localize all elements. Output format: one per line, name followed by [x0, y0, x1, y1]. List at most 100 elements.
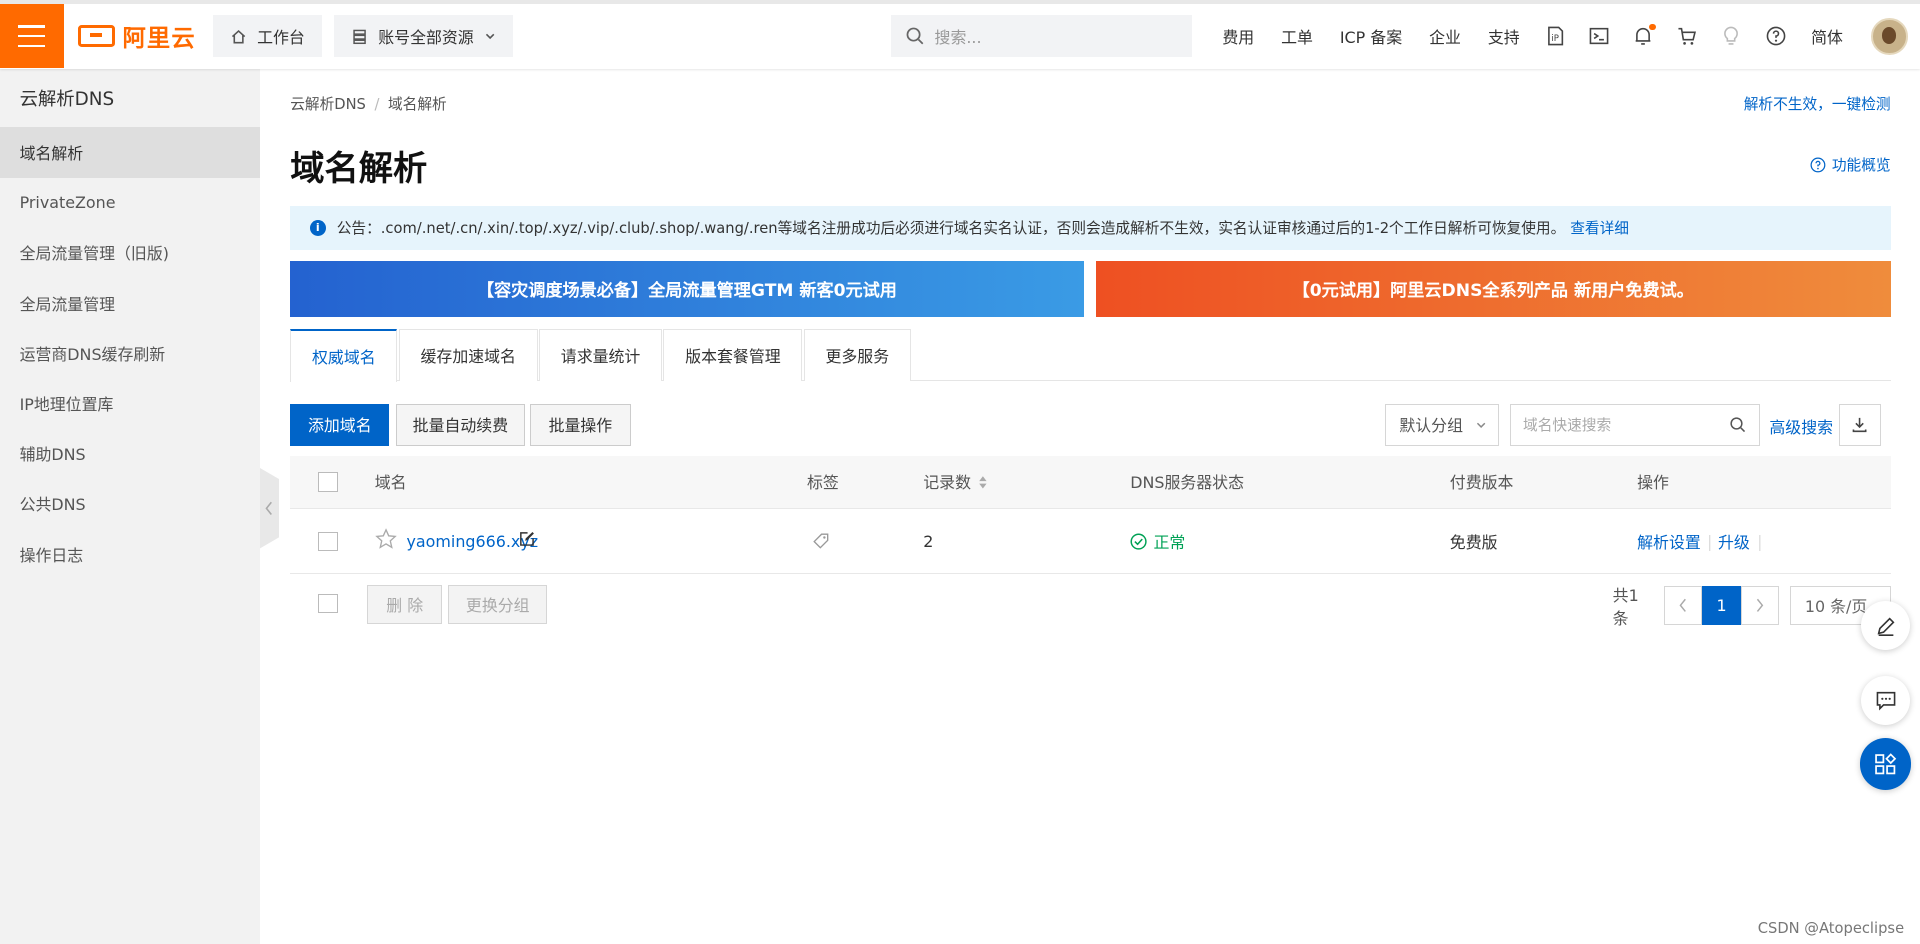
user-avatar[interactable]: [1871, 17, 1908, 55]
tab-cache-domains[interactable]: 缓存加速域名: [398, 329, 538, 381]
toplink-icp[interactable]: ICP 备案: [1340, 25, 1402, 48]
toplink-enterprise[interactable]: 企业: [1429, 25, 1461, 48]
page-title: 域名解析: [290, 148, 428, 189]
chevron-down-icon: [1477, 422, 1486, 428]
help-icon[interactable]: [1757, 18, 1794, 55]
domain-toolbar: 添加域名 批量自动续费 批量操作 默认分组 域名快速搜索 高级搜索: [290, 404, 1890, 446]
watermark: CSDN @Atopeclipse: [1757, 919, 1905, 937]
notice-detail-link[interactable]: 查看详细: [1570, 217, 1629, 238]
delete-button[interactable]: 删 除: [367, 585, 443, 625]
home-icon: [230, 28, 247, 45]
batch-auto-renew-button[interactable]: 批量自动续费: [395, 404, 526, 446]
upgrade-link[interactable]: 升级: [1718, 530, 1750, 553]
sort-icon: [979, 475, 987, 489]
sidebar-item-privatezone[interactable]: PrivateZone: [0, 178, 260, 228]
gtm-promo-banner[interactable]: 【容灾调度场景必备】全局流量管理GTM 新客0元试用: [290, 260, 1084, 318]
toplink-fees[interactable]: 费用: [1222, 25, 1254, 48]
toplink-tickets[interactable]: 工单: [1281, 25, 1313, 48]
sidebar-title: 云解析DNS: [19, 88, 115, 110]
sidebar-item-gtm[interactable]: 全局流量管理: [0, 278, 260, 328]
page-1-button[interactable]: 1: [1702, 586, 1741, 626]
edit-icon[interactable]: [519, 531, 535, 551]
prev-page-button[interactable]: [1663, 586, 1703, 626]
apps-grid-icon: [1875, 753, 1897, 775]
plan-version: 免费版: [1449, 532, 1498, 552]
select-all-checkbox[interactable]: [318, 472, 338, 492]
sidebar-item-gtm-legacy[interactable]: 全局流量管理（旧版): [0, 228, 260, 278]
tab-request-stats[interactable]: 请求量统计: [538, 329, 663, 381]
add-domain-button[interactable]: 添加域名: [290, 404, 390, 446]
one-click-check-link[interactable]: 解析不生效，一键检测: [1744, 93, 1891, 114]
top-navbar: 阿里云 工作台 账号全部资源 搜索... 费用 工单 ICP 备案 企业 支持 …: [0, 0, 1920, 69]
dns-status-text: 正常: [1153, 532, 1186, 552]
sidebar-collapse-handle[interactable]: [259, 467, 280, 549]
sidebar-item-public-dns[interactable]: 公共DNS: [0, 479, 260, 529]
aliyun-logo[interactable]: 阿里云: [78, 19, 200, 53]
language-switch[interactable]: 简体: [1811, 25, 1843, 48]
header-record-count-label: 记录数: [923, 473, 971, 493]
workbench-button[interactable]: 工作台: [213, 15, 322, 58]
sidebar-item-domain-resolution[interactable]: 域名解析: [0, 127, 260, 178]
svg-text:iP: iP: [1551, 34, 1559, 44]
bell-icon[interactable]: [1625, 18, 1662, 55]
toplink-support[interactable]: 支持: [1488, 25, 1520, 48]
domain-search-input[interactable]: 域名快速搜索: [1509, 404, 1760, 446]
dns-trial-banner[interactable]: 【0元试用】阿里云DNS全系列产品 新用户免费试。: [1095, 260, 1891, 318]
resource-label: 账号全部资源: [378, 27, 474, 47]
chat-button[interactable]: [1861, 675, 1911, 725]
search-icon[interactable]: [1729, 416, 1746, 433]
lightbulb-icon[interactable]: [1713, 18, 1750, 55]
cart-icon[interactable]: [1669, 18, 1706, 55]
tab-version-plans[interactable]: 版本套餐管理: [663, 329, 803, 381]
tab-more-services[interactable]: 更多服务: [803, 329, 911, 381]
sidebar-item-ip-geo[interactable]: IP地理位置库: [0, 378, 260, 428]
chevron-right-icon: [1757, 599, 1764, 613]
check-circle-icon: [1130, 533, 1147, 550]
tab-authoritative-domains[interactable]: 权威域名: [290, 329, 398, 383]
change-group-button[interactable]: 更换分组: [448, 585, 548, 625]
pagination: 共1条 1 10 条/页: [1613, 583, 1891, 629]
footer-select-all-checkbox[interactable]: [318, 593, 338, 614]
pen-icon: [1877, 617, 1895, 636]
info-icon: i: [309, 219, 326, 236]
terminal-icon[interactable]: [1581, 18, 1618, 55]
global-search-input[interactable]: 搜索...: [890, 15, 1192, 58]
next-page-button[interactable]: [1740, 586, 1780, 626]
header-record-count[interactable]: 记录数: [923, 470, 988, 493]
chat-icon: [1876, 692, 1896, 711]
resolve-settings-link[interactable]: 解析设置: [1637, 530, 1701, 553]
sidebar-item-cache-refresh[interactable]: 运营商DNS缓存刷新: [0, 328, 260, 378]
dns-status: 正常: [1130, 530, 1185, 553]
action-divider: |: [1757, 531, 1763, 551]
help-circle-icon: [1810, 157, 1826, 173]
feedback-edit-button[interactable]: [1861, 601, 1911, 651]
notification-dot: [1649, 24, 1656, 31]
feature-overview-link[interactable]: 功能概览: [1810, 154, 1891, 175]
header-actions: 操作: [1637, 473, 1669, 493]
download-button[interactable]: [1839, 404, 1881, 446]
workbench-label: 工作台: [257, 27, 305, 47]
chevron-left-icon: [265, 501, 273, 515]
sidebar-item-operation-log[interactable]: 操作日志: [0, 529, 260, 579]
sidebar-item-secondary-dns[interactable]: 辅助DNS: [0, 429, 260, 479]
apps-button[interactable]: [1860, 738, 1912, 790]
group-select[interactable]: 默认分组: [1384, 404, 1499, 446]
logo-text: 阿里云: [122, 25, 196, 53]
chevron-left-icon: [1679, 599, 1686, 613]
star-icon[interactable]: [374, 527, 397, 554]
table-row: yaoming666.xyz 2 正常 免费版 解析设置 | 升级 |: [290, 509, 1891, 575]
breadcrumb-root[interactable]: 云解析DNS: [290, 96, 366, 113]
resource-selector[interactable]: 账号全部资源: [334, 15, 513, 58]
batch-operation-button[interactable]: 批量操作: [530, 404, 631, 446]
download-icon: [1853, 418, 1867, 433]
logo-mark-icon: [78, 25, 116, 48]
header-tags: 标签: [806, 473, 839, 493]
tag-icon[interactable]: [813, 533, 829, 553]
breadcrumb: 云解析DNS / 域名解析: [290, 93, 447, 114]
table-header: 域名 标签 记录数 DNS服务器状态 付费版本 操作: [290, 455, 1891, 510]
advanced-search-link[interactable]: 高级搜索: [1769, 415, 1833, 438]
row-checkbox[interactable]: [318, 531, 338, 552]
ip-tag-icon[interactable]: iP: [1537, 18, 1574, 55]
menu-icon[interactable]: [0, 4, 64, 69]
domain-tabs: 权威域名 缓存加速域名 请求量统计 版本套餐管理 更多服务: [290, 329, 1891, 383]
